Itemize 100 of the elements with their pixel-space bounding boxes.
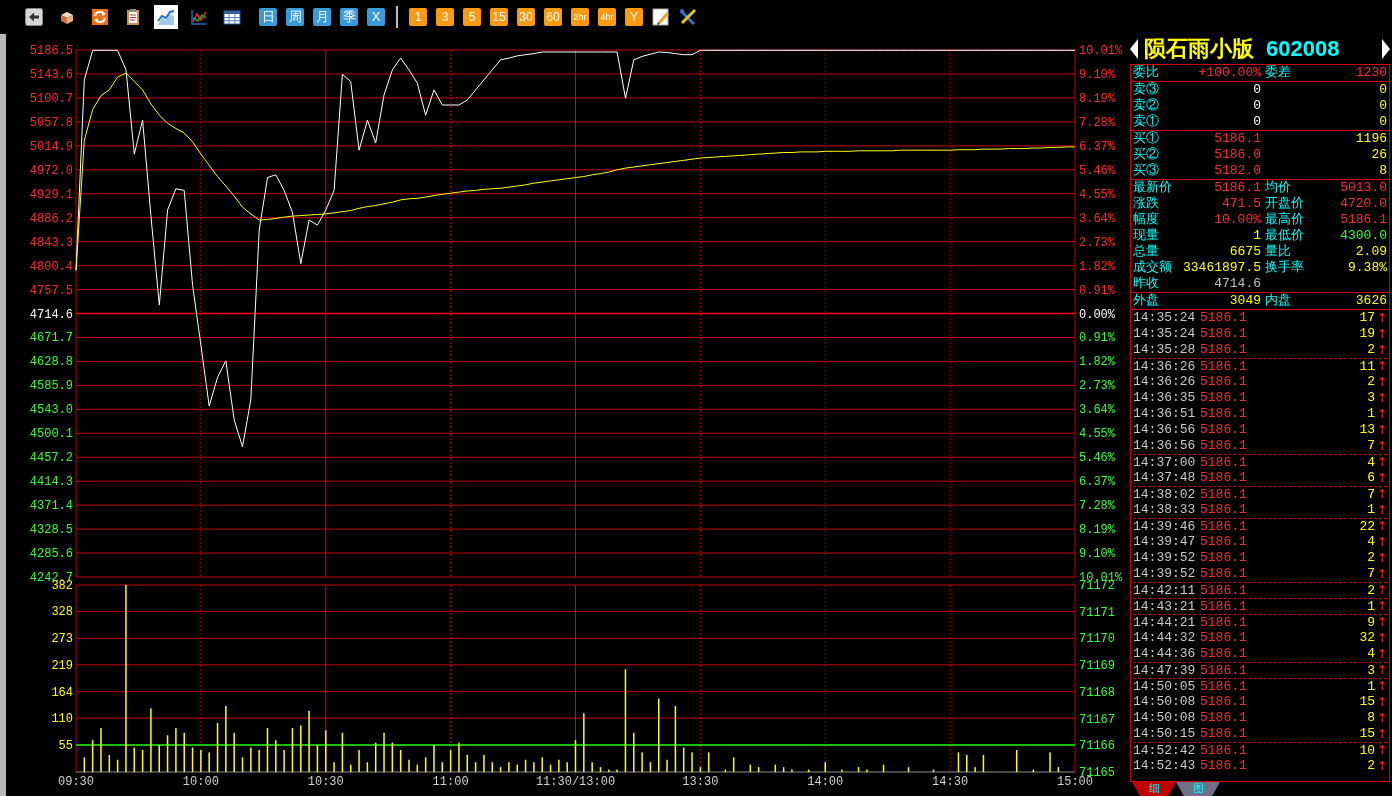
volume-bar: [83, 757, 86, 772]
order-label: 买①: [1133, 131, 1159, 147]
order-volume: 8: [1379, 163, 1387, 179]
axis-label: 4414.3: [29, 475, 73, 490]
trade-price: 5186.1: [1200, 743, 1247, 758]
axis-label: 4543.0: [29, 403, 73, 418]
previous-arrow-icon[interactable]: [1130, 39, 1138, 59]
volume-bar: [449, 749, 452, 772]
volume-bar: [1032, 769, 1035, 772]
interval-button[interactable]: 1: [409, 8, 427, 26]
interval-button[interactable]: 5: [463, 8, 481, 26]
interval-button[interactable]: 15: [490, 8, 508, 26]
stat-label: 换手率: [1265, 260, 1304, 276]
axis-label: 3.64%: [1079, 403, 1115, 418]
trade-volume: 2: [1367, 374, 1375, 390]
axis-label: 4.55%: [1079, 187, 1115, 202]
trade-price: 5186.1: [1200, 663, 1247, 678]
trade-volume: 1: [1367, 406, 1375, 422]
trade-time: 14:42:11: [1133, 583, 1197, 598]
trade-time: 14:52:43: [1133, 758, 1197, 774]
axis-label: 328: [51, 605, 73, 620]
axis-label: 10:00: [182, 775, 219, 789]
axis-label: 71167: [1079, 712, 1115, 727]
interval-button[interactable]: 30: [517, 8, 535, 26]
volume-bar: [807, 769, 810, 772]
trade-direction: ↑: [1375, 470, 1387, 486]
axis-label: 3.64%: [1079, 211, 1115, 226]
next-arrow-icon[interactable]: [1382, 39, 1390, 59]
volume-bar: [907, 767, 910, 772]
trade-volume: 9: [1367, 615, 1375, 630]
trade-price: 5186.1: [1200, 326, 1247, 342]
volume-bar: [241, 757, 244, 772]
axis-label: 8.19%: [1079, 91, 1115, 106]
period-button[interactable]: 日: [259, 8, 277, 26]
axis-label: 8.19%: [1079, 523, 1115, 538]
interval-button[interactable]: 60: [544, 8, 562, 26]
interval-button[interactable]: Y: [625, 8, 643, 26]
trade-price: 5186.1: [1200, 342, 1247, 358]
panel-tab[interactable]: 细: [1132, 782, 1176, 796]
trade-direction: ↑: [1375, 615, 1387, 630]
trade-time: 14:36:26: [1133, 374, 1197, 390]
axis-label: 4714.6: [29, 307, 73, 322]
volume-bar: [982, 754, 985, 772]
trade-price: 5186.1: [1200, 374, 1247, 390]
axis-label: 4500.1: [29, 427, 73, 442]
trade-time: 14:35:28: [1133, 342, 1197, 358]
axis-label: 4285.6: [29, 547, 73, 562]
axis-label: 4886.2: [29, 211, 73, 226]
period-button[interactable]: 月: [313, 8, 331, 26]
tools-icon[interactable]: [679, 8, 697, 26]
trade-time: 14:35:24: [1133, 310, 1197, 326]
stat-label: 幅度: [1133, 212, 1159, 228]
period-button[interactable]: X: [367, 8, 385, 26]
period-button[interactable]: 周: [286, 8, 304, 26]
interval-button[interactable]: 2hr: [571, 8, 589, 26]
stat-value: 4714.6: [1214, 276, 1261, 292]
volume-bar: [782, 767, 785, 772]
interval-button[interactable]: 4hr: [598, 8, 616, 26]
period-button[interactable]: 季: [340, 8, 358, 26]
stat-value: 3049: [1229, 293, 1261, 309]
trade-price: 5186.1: [1200, 502, 1247, 518]
trade-price: 5186.1: [1200, 726, 1247, 742]
panel-tab[interactable]: 图: [1176, 782, 1220, 796]
trade-price: 5186.1: [1200, 599, 1247, 614]
axis-label: 4757.5: [29, 283, 73, 298]
axis-label: 1.82%: [1079, 259, 1115, 274]
axis-label: 10.01%: [1079, 44, 1123, 58]
interval-button[interactable]: 3: [436, 8, 454, 26]
trade-volume: 2: [1367, 342, 1375, 358]
volume-bar: [341, 732, 344, 772]
trade-time: 14:50:15: [1133, 726, 1197, 742]
volume-bar: [391, 742, 394, 772]
axis-label: 273: [51, 632, 73, 647]
order-volume: 0: [1379, 114, 1387, 130]
axis-label: 55: [58, 739, 73, 754]
order-label: 卖③: [1133, 82, 1159, 98]
trade-direction: ↑: [1375, 342, 1387, 358]
stat-label: 委比: [1133, 65, 1159, 81]
trade-volume: 19: [1359, 326, 1375, 342]
axis-label: 0.00%: [1079, 307, 1115, 322]
stat-value: 1230: [1355, 65, 1387, 81]
trade-volume: 22: [1359, 519, 1375, 534]
stat-label: 最新价: [1133, 180, 1172, 196]
trade-price: 5186.1: [1200, 679, 1247, 694]
stat-value: 471.5: [1222, 196, 1261, 212]
trade-direction: ↑: [1375, 359, 1387, 374]
trade-volume: 11: [1359, 359, 1375, 374]
volume-bar: [857, 767, 860, 772]
toolbar-button[interactable]: [22, 5, 46, 29]
trade-direction: ↑: [1375, 534, 1387, 550]
trade-time: 14:44:32: [1133, 630, 1197, 646]
axis-label: 4843.3: [29, 235, 73, 250]
volume-bar: [1015, 749, 1018, 772]
trade-volume: 17: [1359, 310, 1375, 326]
axis-label: 164: [51, 685, 73, 700]
pencil-note-icon[interactable]: [652, 8, 670, 26]
axis-label: 6.37%: [1079, 475, 1115, 490]
trade-direction: ↑: [1375, 455, 1387, 470]
trade-direction: ↑: [1375, 438, 1387, 454]
trade-volume: 15: [1359, 726, 1375, 742]
